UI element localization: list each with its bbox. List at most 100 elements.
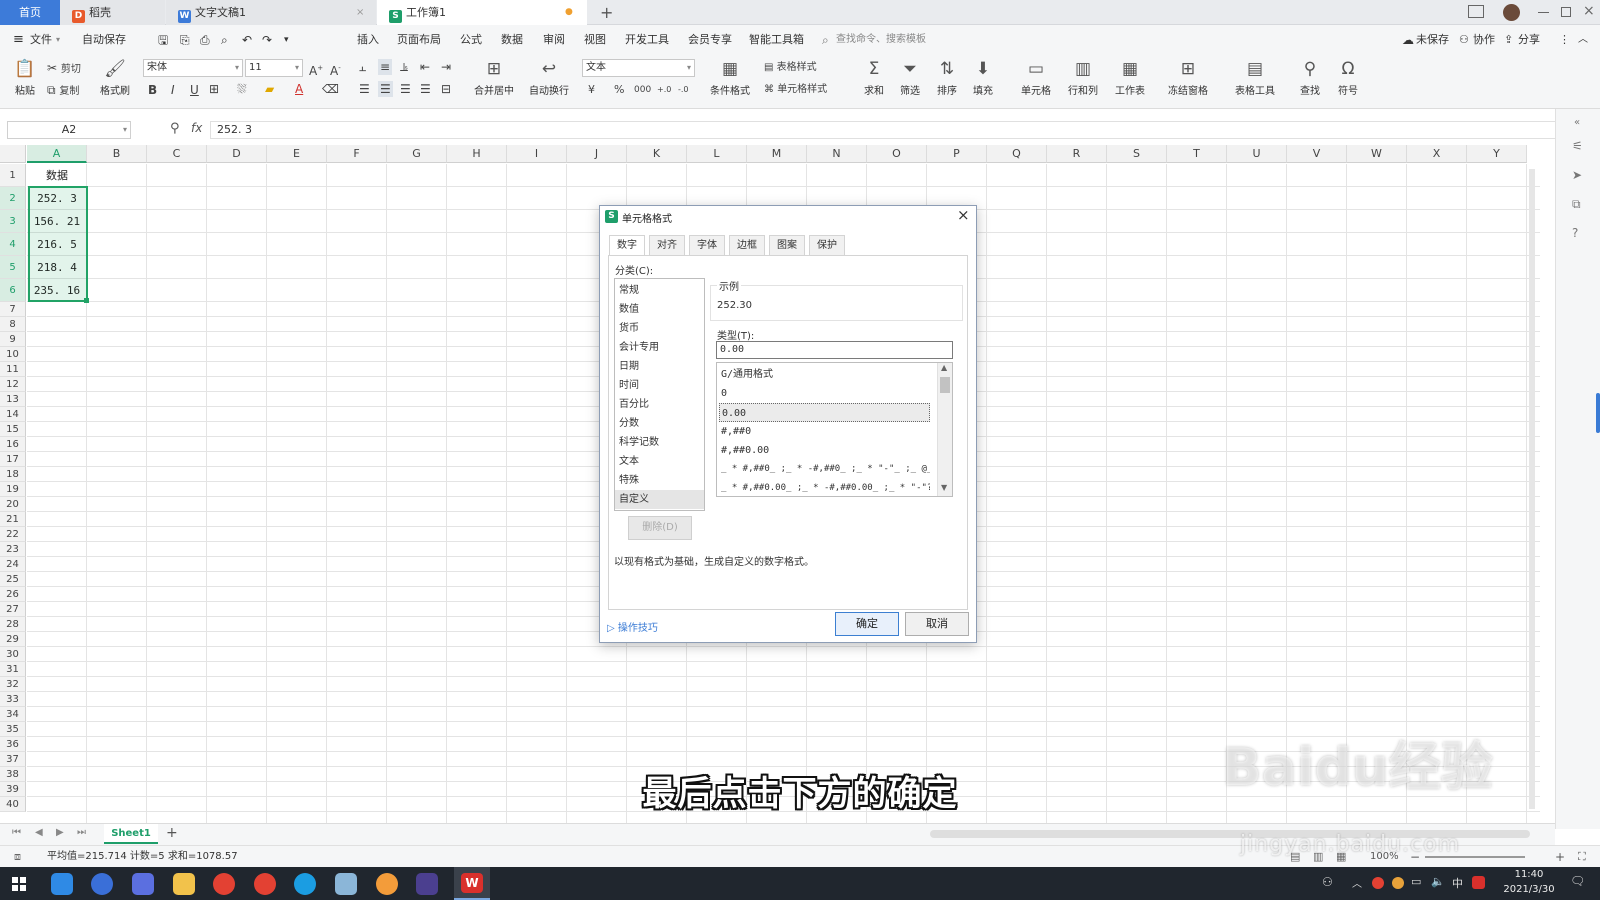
format-item[interactable]: G/通用格式 (719, 365, 930, 384)
dialog-close-icon[interactable]: × (957, 206, 970, 224)
share-button[interactable]: 分享 (1518, 25, 1540, 55)
row-header-22[interactable]: 22 (0, 527, 26, 542)
justify-icon[interactable]: ☰ (420, 81, 431, 97)
scroll-up-icon[interactable]: ▲ (941, 363, 947, 372)
row-header-2[interactable]: 2 (0, 187, 26, 210)
edge-icon[interactable] (294, 873, 316, 895)
dialog-title-bar[interactable]: S 单元格格式 × (600, 206, 976, 228)
menu-tab-view[interactable]: 视图 (584, 25, 606, 55)
fullscreen-icon[interactable]: ⛶ (1578, 846, 1586, 868)
menu-tab-review[interactable]: 审阅 (543, 25, 565, 55)
dialog-tab-font[interactable]: 字体 (689, 235, 725, 255)
row-header-30[interactable]: 30 (0, 647, 26, 662)
cut-button[interactable]: ✂ 剪切 (47, 60, 81, 78)
row-header-3[interactable]: 3 (0, 210, 26, 233)
row-header-37[interactable]: 37 (0, 752, 26, 767)
row-header-25[interactable]: 25 (0, 572, 26, 587)
column-header-I[interactable]: I (507, 145, 567, 163)
name-box[interactable]: A2 ▾ (7, 121, 131, 139)
conditional-format-button[interactable]: ▦ 条件格式 (706, 59, 754, 97)
pointer-icon[interactable]: ➤ (1572, 168, 1582, 182)
unsaved-status[interactable]: 未保存 (1416, 25, 1449, 55)
row-header-33[interactable]: 33 (0, 692, 26, 707)
category-date[interactable]: 日期 (615, 357, 704, 376)
decrease-decimal-icon[interactable]: -.0 (678, 82, 689, 98)
tab-writer-doc[interactable]: W 文字文稿1 × (166, 0, 376, 25)
restore-icon[interactable] (1561, 7, 1571, 17)
row-header-1[interactable]: 1 (0, 164, 26, 187)
align-top-icon[interactable]: ⫠ (359, 59, 366, 75)
column-header-C[interactable]: C (147, 145, 207, 163)
row-header-20[interactable]: 20 (0, 497, 26, 512)
row-header-32[interactable]: 32 (0, 677, 26, 692)
sort-button[interactable]: ⇅ 排序 (932, 59, 962, 97)
row-header-27[interactable]: 27 (0, 602, 26, 617)
fx-icon[interactable]: fx (191, 121, 202, 135)
menu-tab-smart-tools[interactable]: 智能工具箱 (749, 25, 804, 55)
row-header-13[interactable]: 13 (0, 392, 26, 407)
more-icon[interactable]: ⋮ (1559, 25, 1570, 55)
sheet-tab-sheet1[interactable]: Sheet1 (104, 824, 158, 844)
underline-icon[interactable]: U (190, 82, 199, 98)
row-header-18[interactable]: 18 (0, 467, 26, 482)
row-header-29[interactable]: 29 (0, 632, 26, 647)
category-text[interactable]: 文本 (615, 452, 704, 471)
font-name-select[interactable]: 宋体 ▾ (143, 59, 243, 77)
scroll-down-icon[interactable]: ▼ (941, 483, 947, 492)
new-tab-button[interactable]: + (594, 0, 618, 25)
scroll-thumb[interactable] (940, 377, 950, 393)
tab-workbook[interactable]: S 工作簿1 ● (377, 0, 587, 25)
tray-icon-1[interactable] (1372, 877, 1384, 889)
column-header-V[interactable]: V (1287, 145, 1347, 163)
column-header-W[interactable]: W (1347, 145, 1407, 163)
format-item[interactable]: _ * #,##0_ ;_ * -#,##0_ ;_ * "-"_ ;_ @_ (719, 460, 930, 479)
avatar[interactable] (1503, 4, 1520, 21)
filter-button[interactable]: ⏷ 筛选 (895, 59, 925, 97)
fill-handle[interactable] (84, 298, 89, 303)
copy-button[interactable]: ⧉ 复制 (47, 82, 79, 100)
row-header-35[interactable]: 35 (0, 722, 26, 737)
category-list[interactable]: 常规 数值 货币 会计专用 日期 时间 百分比 分数 科学记数 文本 特殊 自定… (614, 278, 705, 511)
table-style-button[interactable]: ▤ 表格样式 (764, 60, 817, 76)
tips-link[interactable]: ▷ 操作技巧 (607, 619, 658, 634)
notification-icon[interactable]: 🗨 (1570, 874, 1585, 888)
row-col-button[interactable]: ▥ 行和列 (1063, 59, 1103, 97)
category-custom[interactable]: 自定义 (615, 490, 704, 509)
category-currency[interactable]: 货币 (615, 319, 704, 338)
tab-home[interactable]: 首页 (0, 0, 60, 25)
row-header-34[interactable]: 34 (0, 707, 26, 722)
column-header-Y[interactable]: Y (1467, 145, 1527, 163)
clock-time[interactable]: 11:40 (1504, 869, 1554, 880)
menu-tab-insert[interactable]: 插入 (357, 25, 379, 55)
column-header-Q[interactable]: Q (987, 145, 1047, 163)
row-header-9[interactable]: 9 (0, 332, 26, 347)
ime-indicator[interactable]: 中 (1452, 875, 1463, 891)
row-header-10[interactable]: 10 (0, 347, 26, 362)
column-header-R[interactable]: R (1047, 145, 1107, 163)
dialog-tab-alignment[interactable]: 对齐 (649, 235, 685, 255)
print-icon[interactable]: ⎙ (200, 25, 210, 55)
menu-tab-member[interactable]: 会员专享 (688, 25, 732, 55)
column-header-E[interactable]: E (267, 145, 327, 163)
dialog-tab-border[interactable]: 边框 (729, 235, 765, 255)
paste-button[interactable]: 📋 粘贴 (8, 59, 42, 97)
menu-tab-data[interactable]: 数据 (501, 25, 523, 55)
category-percentage[interactable]: 百分比 (615, 395, 704, 414)
symbol-button[interactable]: Ω 符号 (1333, 59, 1363, 97)
menu-tab-page-layout[interactable]: 页面布局 (397, 25, 441, 55)
close-window-icon[interactable]: × (1583, 3, 1595, 19)
column-header-H[interactable]: H (447, 145, 507, 163)
column-header-N[interactable]: N (807, 145, 867, 163)
last-sheet-icon[interactable]: ⏭ (77, 827, 86, 838)
wrap-text-button[interactable]: ↩ 自动换行 (526, 59, 572, 97)
minimize-icon[interactable] (1538, 12, 1549, 13)
dialog-tab-pattern[interactable]: 图案 (769, 235, 805, 255)
vertical-scrollbar[interactable] (1529, 169, 1535, 809)
align-bottom-icon[interactable]: ⫡ (400, 59, 408, 75)
zoom-in-icon[interactable]: + (1555, 846, 1565, 868)
selection-range[interactable] (28, 186, 88, 302)
highlight-icon[interactable]: ▰ (265, 81, 274, 97)
cells-button[interactable]: ▭ 单元格 (1016, 59, 1056, 97)
collab-button[interactable]: 协作 (1473, 25, 1495, 55)
cancel-button[interactable]: 取消 (905, 612, 969, 636)
